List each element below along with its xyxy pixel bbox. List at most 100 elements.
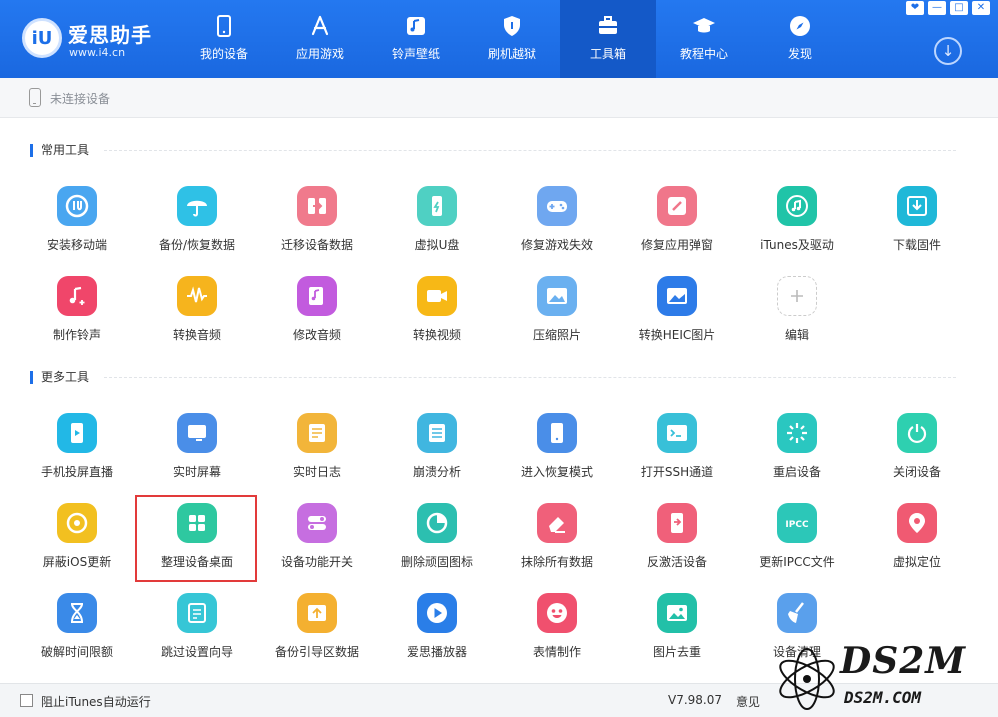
- tool-usb-drive[interactable]: 虚拟U盘: [377, 186, 497, 270]
- tool-log[interactable]: 实时日志: [257, 413, 377, 497]
- block-itunes-checkbox[interactable]: [20, 694, 33, 707]
- emoji-icon: [537, 593, 577, 633]
- tool-location-pin[interactable]: 虚拟定位: [857, 503, 977, 587]
- hourglass-icon: [57, 593, 97, 633]
- atom-logo-icon: [779, 648, 835, 710]
- nav-toolbox[interactable]: 工具箱: [560, 0, 656, 78]
- watermark-site: DS2M.COM: [844, 688, 922, 707]
- tool-label: 打开SSH通道: [640, 465, 714, 479]
- tool-block-update[interactable]: 屏蔽iOS更新: [17, 503, 137, 587]
- nav-label: 我的设备: [199, 47, 248, 61]
- highlight-box: [135, 495, 257, 582]
- tool-label: 爱思播放器: [406, 645, 467, 659]
- delete-icon: [417, 503, 457, 543]
- nav-apps-games[interactable]: 应用游戏: [272, 0, 368, 78]
- section-title-common: 常用工具: [30, 144, 89, 157]
- realtime-screen-icon: [177, 413, 217, 453]
- tool-label: 转换音频: [172, 328, 221, 342]
- tool-realtime-screen[interactable]: 实时屏幕: [137, 413, 257, 497]
- restart-icon: [777, 413, 817, 453]
- tool-audio-edit[interactable]: 修改音频: [257, 276, 377, 360]
- tool-delete[interactable]: 删除顽固图标: [377, 503, 497, 587]
- tool-backup-boot[interactable]: 备份引导区数据: [257, 593, 377, 677]
- tool-eraser[interactable]: 抹除所有数据: [497, 503, 617, 587]
- backup-boot-icon: [297, 593, 337, 633]
- tool-deactivate[interactable]: 反激活设备: [617, 503, 737, 587]
- watermark-brand: DS2M: [840, 640, 967, 682]
- version-label: V7.98.07: [668, 693, 723, 707]
- tool-label: 表情制作: [532, 645, 581, 659]
- block-update-icon: [57, 503, 97, 543]
- tool-plus[interactable]: 编辑: [737, 276, 857, 360]
- tool-ssh-terminal[interactable]: 打开SSH通道: [617, 413, 737, 497]
- tool-firmware-download[interactable]: 下载固件: [857, 186, 977, 270]
- tool-label: 下载固件: [892, 238, 941, 252]
- tool-photo-compress[interactable]: 压缩照片: [497, 276, 617, 360]
- tool-video-convert[interactable]: 转换视频: [377, 276, 497, 360]
- tool-recovery-mode[interactable]: 进入恢复模式: [497, 413, 617, 497]
- nav-my-device[interactable]: 我的设备: [176, 0, 272, 78]
- tool-photo-dedupe[interactable]: 图片去重: [617, 593, 737, 677]
- tool-gamepad[interactable]: 修复游戏失效: [497, 186, 617, 270]
- close-icon[interactable]: ✕: [972, 1, 990, 15]
- tool-label: 屏蔽iOS更新: [42, 555, 112, 569]
- tool-label: 设备功能开关: [280, 555, 353, 569]
- tool-restart[interactable]: 重启设备: [737, 413, 857, 497]
- tool-umbrella[interactable]: 备份/恢复数据: [137, 186, 257, 270]
- tool-label: 转换视频: [412, 328, 461, 342]
- app-url: www.i4.cn: [69, 46, 126, 59]
- nav-label: 刷机越狱: [487, 47, 536, 61]
- device-phone-icon: [29, 88, 41, 107]
- player-icon: [417, 593, 457, 633]
- nav-ringtones-wallpapers[interactable]: 铃声壁纸: [368, 0, 464, 78]
- tool-label: 压缩照片: [532, 328, 581, 342]
- svg-text:IPCC: IPCC: [785, 520, 809, 530]
- tool-skip-wizard[interactable]: 跳过设置向导: [137, 593, 257, 677]
- tool-toggle-switch[interactable]: 设备功能开关: [257, 503, 377, 587]
- tool-hourglass[interactable]: 破解时间限额: [17, 593, 137, 677]
- skip-wizard-icon: [177, 593, 217, 633]
- tool-emoji[interactable]: 表情制作: [497, 593, 617, 677]
- maximize-icon[interactable]: □: [950, 1, 968, 15]
- nav-flash-jailbreak[interactable]: 刷机越狱: [464, 0, 560, 78]
- tool-crash-analysis[interactable]: 崩溃分析: [377, 413, 497, 497]
- tool-label: 虚拟U盘: [414, 238, 460, 252]
- tool-ringtone[interactable]: 制作铃声: [17, 276, 137, 360]
- nav-label: 工具箱: [589, 47, 626, 61]
- tool-screen-cast[interactable]: 手机投屏直播: [17, 413, 137, 497]
- firmware-download-icon: [897, 186, 937, 226]
- download-icon[interactable]: ↓: [934, 37, 962, 65]
- skin-icon[interactable]: ❤: [906, 1, 924, 15]
- ssh-terminal-icon: [657, 413, 697, 453]
- nav-label: 教程中心: [679, 47, 728, 61]
- i4-logo-icon: iU: [22, 18, 62, 58]
- feedback-link[interactable]: 意见: [736, 693, 760, 710]
- eraser-icon: [537, 503, 577, 543]
- tool-label: 删除顽固图标: [400, 555, 473, 569]
- tool-ipcc[interactable]: IPCC 更新IPCC文件: [737, 503, 857, 587]
- gamepad-icon: [537, 186, 577, 226]
- nav-label: 发现: [787, 47, 812, 61]
- nav-discover[interactable]: 发现: [752, 0, 848, 78]
- tool-label: 备份/恢复数据: [158, 238, 236, 252]
- tool-itunes[interactable]: iTunes及驱动: [737, 186, 857, 270]
- tool-migrate[interactable]: 迁移设备数据: [257, 186, 377, 270]
- tool-label: 崩溃分析: [412, 465, 461, 479]
- nav-tutorials[interactable]: 教程中心: [656, 0, 752, 78]
- tool-app-repair[interactable]: 修复应用弹窗: [617, 186, 737, 270]
- tool-heic-convert[interactable]: 转换HEIC图片: [617, 276, 737, 360]
- section-divider: [104, 150, 956, 151]
- device-status: 未连接设备: [50, 92, 111, 106]
- section-divider: [104, 377, 956, 378]
- section-title-more: 更多工具: [30, 371, 89, 384]
- tool-player[interactable]: 爱思播放器: [377, 593, 497, 677]
- main-nav: 我的设备 应用游戏 铃声壁纸 刷机越狱 工具箱 教程中心 发现: [176, 0, 848, 78]
- tool-label: 跳过设置向导: [160, 645, 233, 659]
- nav-label: 铃声壁纸: [391, 47, 440, 61]
- tool-i4-logo[interactable]: 安装移动端: [17, 186, 137, 270]
- tool-label: 进入恢复模式: [520, 465, 593, 479]
- tool-audio-wave[interactable]: 转换音频: [137, 276, 257, 360]
- tool-power[interactable]: 关闭设备: [857, 413, 977, 497]
- migrate-icon: [297, 186, 337, 226]
- minimize-icon[interactable]: —: [928, 1, 946, 15]
